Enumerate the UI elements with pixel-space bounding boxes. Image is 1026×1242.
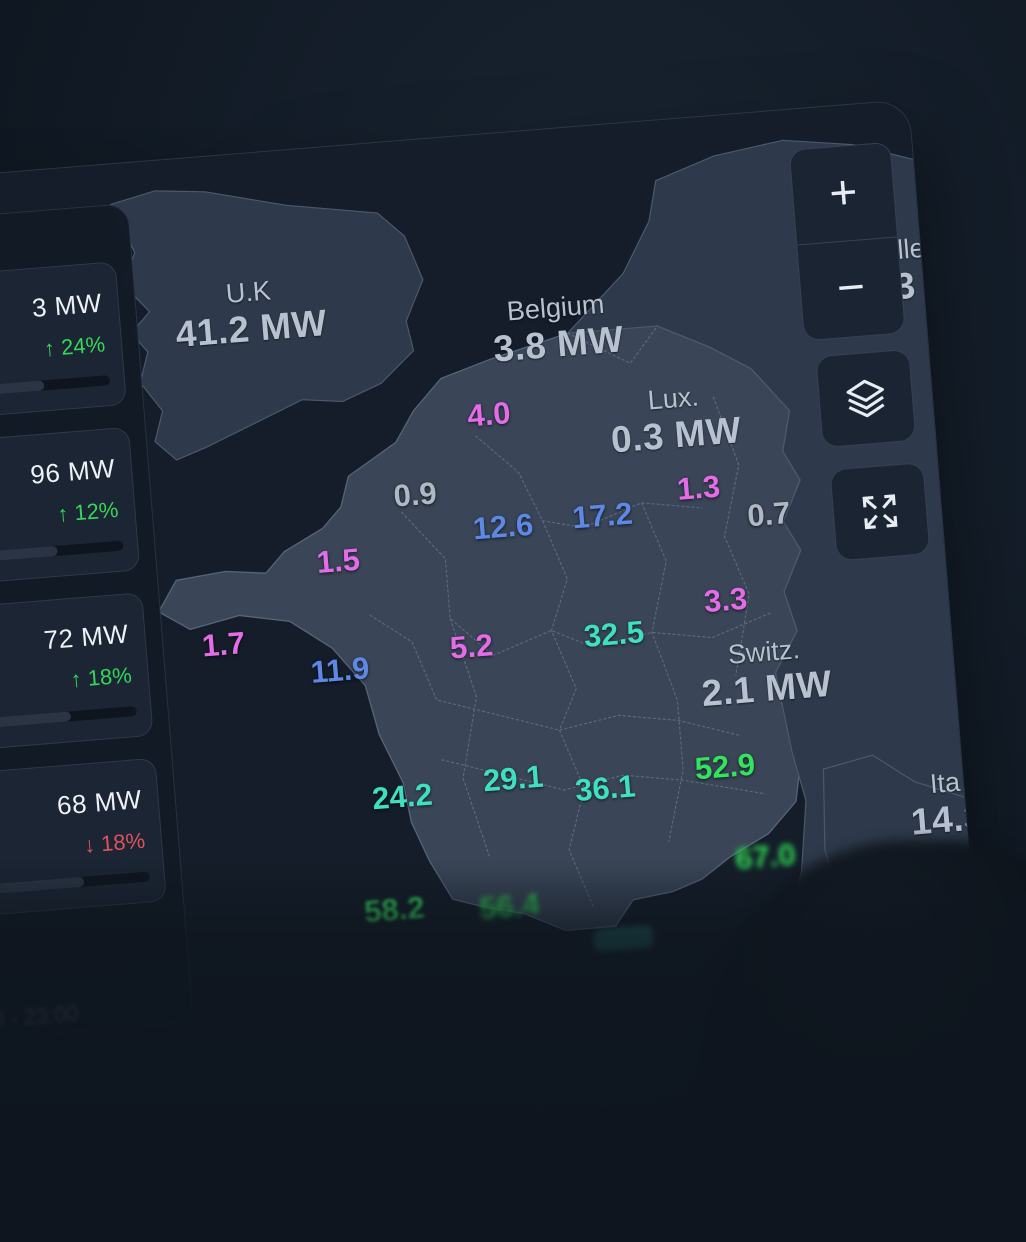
region-value[interactable]: 52.9 [693, 747, 756, 788]
region-value[interactable]: 56.4 [478, 886, 541, 927]
minus-icon: − [834, 260, 868, 316]
zoom-in-button[interactable]: + [790, 143, 897, 245]
fullscreen-button[interactable] [829, 462, 931, 562]
region-value[interactable]: 1.3 [676, 469, 722, 508]
region-value[interactable]: 0.7 [746, 495, 792, 534]
region-value[interactable]: 11.9 [309, 650, 370, 691]
stat-card[interactable]: 72 MW ↑ 18% [0, 592, 154, 752]
stat-mw: 96 MW [29, 452, 117, 490]
country-label-uk: U.K 41.2 MW [174, 275, 329, 356]
region-value[interactable]: 4.0 [466, 395, 512, 434]
region-value[interactable]: 24.2 [371, 777, 434, 818]
country-label-italy: Ita 14.3 [909, 766, 987, 843]
zoom-controls: + − [788, 141, 906, 342]
expand-icon [862, 494, 898, 530]
plus-icon: + [827, 165, 860, 221]
stat-progress [0, 706, 137, 730]
region-value[interactable]: 5.2 [449, 627, 495, 666]
zoom-out-button[interactable]: − [797, 237, 904, 339]
country-label-belgium: Belgium 3.8 MW [491, 288, 626, 370]
region-value[interactable]: 29.1 [482, 759, 545, 800]
stat-progress [0, 871, 151, 895]
arrow-down-icon: ↓ [82, 831, 96, 858]
stat-progress [0, 540, 124, 564]
layers-button[interactable] [815, 348, 917, 449]
screen: 3 MW ↑ 24% 96 MW ↑ 12% 72 MW ↑ 18% 68 MW… [0, 0, 1026, 1242]
arrow-up-icon: ↑ [43, 335, 57, 362]
arrow-up-icon: ↑ [56, 500, 70, 527]
region-value[interactable]: 1.7 [201, 625, 247, 664]
layers-icon [846, 379, 885, 418]
arrow-up-icon: ↑ [69, 666, 83, 693]
region-value[interactable]: 17.2 [571, 496, 634, 537]
stat-change: ↑ 12% [56, 496, 120, 527]
region-value[interactable]: 1.5 [315, 542, 361, 581]
time-range[interactable]: 00 - 23:00 [0, 1001, 80, 1035]
stat-mw: 72 MW [42, 618, 130, 656]
stat-card[interactable]: 96 MW ↑ 12% [0, 426, 141, 586]
region-value[interactable]: 36.1 [574, 768, 637, 809]
country-label-lux: Lux. 0.3 MW [609, 381, 743, 461]
stat-change: ↓ 18% [82, 827, 146, 858]
region-value[interactable]: 3.3 [703, 581, 749, 620]
region-value[interactable]: 0.9 [392, 475, 438, 514]
stat-mw: 3 MW [30, 287, 103, 324]
stat-card[interactable]: 3 MW ↑ 24% [0, 261, 127, 421]
stat-progress [0, 375, 111, 399]
stat-card[interactable]: 68 MW ↓ 18% [0, 757, 167, 917]
region-value[interactable]: 12.6 [471, 507, 534, 548]
region-value[interactable]: 58.2 [363, 890, 426, 931]
region-value[interactable]: 32.5 [582, 614, 645, 655]
region-value[interactable]: 67.0 [734, 837, 797, 878]
stat-change: ↑ 18% [69, 662, 133, 693]
country-label-switz: Switz. 2.1 MW [700, 634, 834, 715]
stat-mw: 68 MW [55, 783, 143, 821]
stat-change: ↑ 24% [43, 331, 107, 362]
